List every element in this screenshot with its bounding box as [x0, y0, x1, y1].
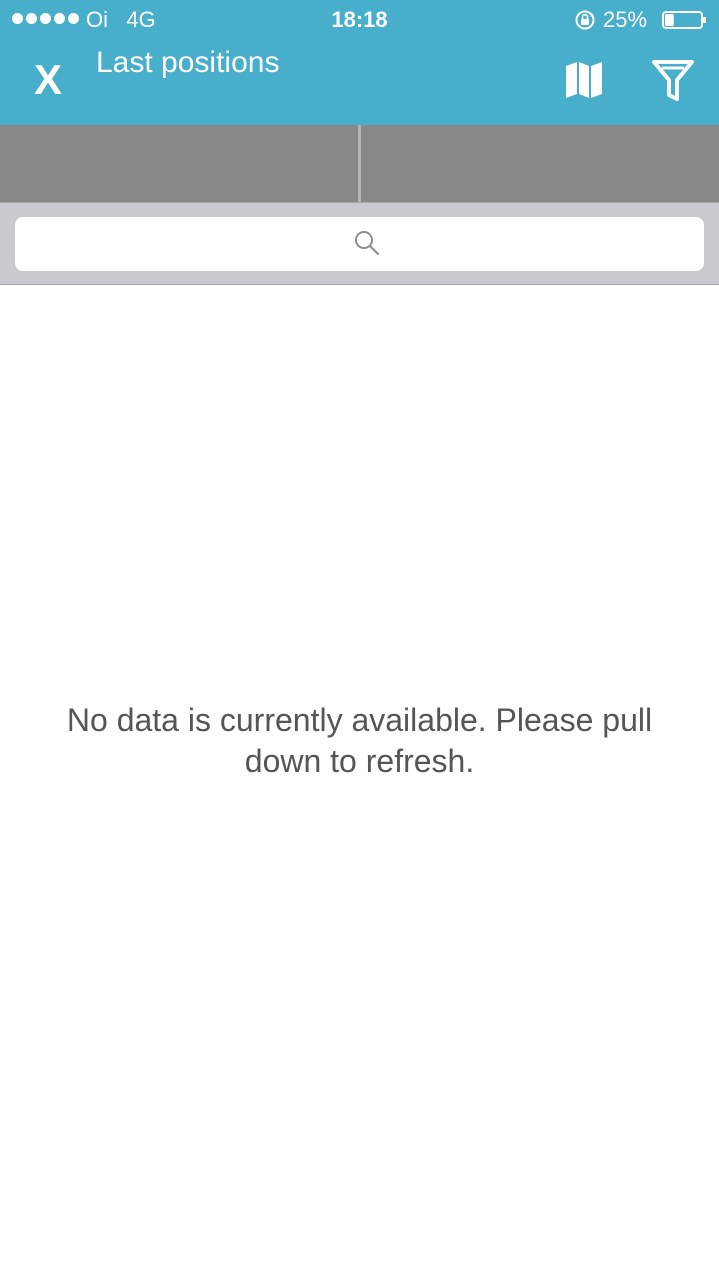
empty-state-message: No data is currently available. Please p…: [66, 702, 653, 779]
battery-fill: [665, 14, 674, 26]
battery-icon: [662, 11, 706, 29]
header: Oi 4G 18:18 25% X Last positions: [0, 0, 719, 125]
search-input[interactable]: [15, 217, 704, 271]
status-bar: Oi 4G 18:18 25%: [0, 0, 719, 40]
close-button[interactable]: X: [24, 54, 72, 106]
segment-left[interactable]: [0, 125, 358, 202]
filter-icon[interactable]: [650, 57, 696, 103]
search-bar: [0, 202, 719, 285]
segment-right[interactable]: [361, 125, 719, 202]
page-title: Last positions: [96, 46, 280, 79]
segmented-control: [0, 125, 719, 202]
rotation-lock-icon: [575, 10, 595, 30]
map-icon[interactable]: [562, 58, 606, 102]
search-icon: [355, 231, 380, 256]
battery-percentage: 25%: [603, 7, 648, 32]
screen: Oi 4G 18:18 25% X Last positions No data…: [0, 0, 719, 1280]
